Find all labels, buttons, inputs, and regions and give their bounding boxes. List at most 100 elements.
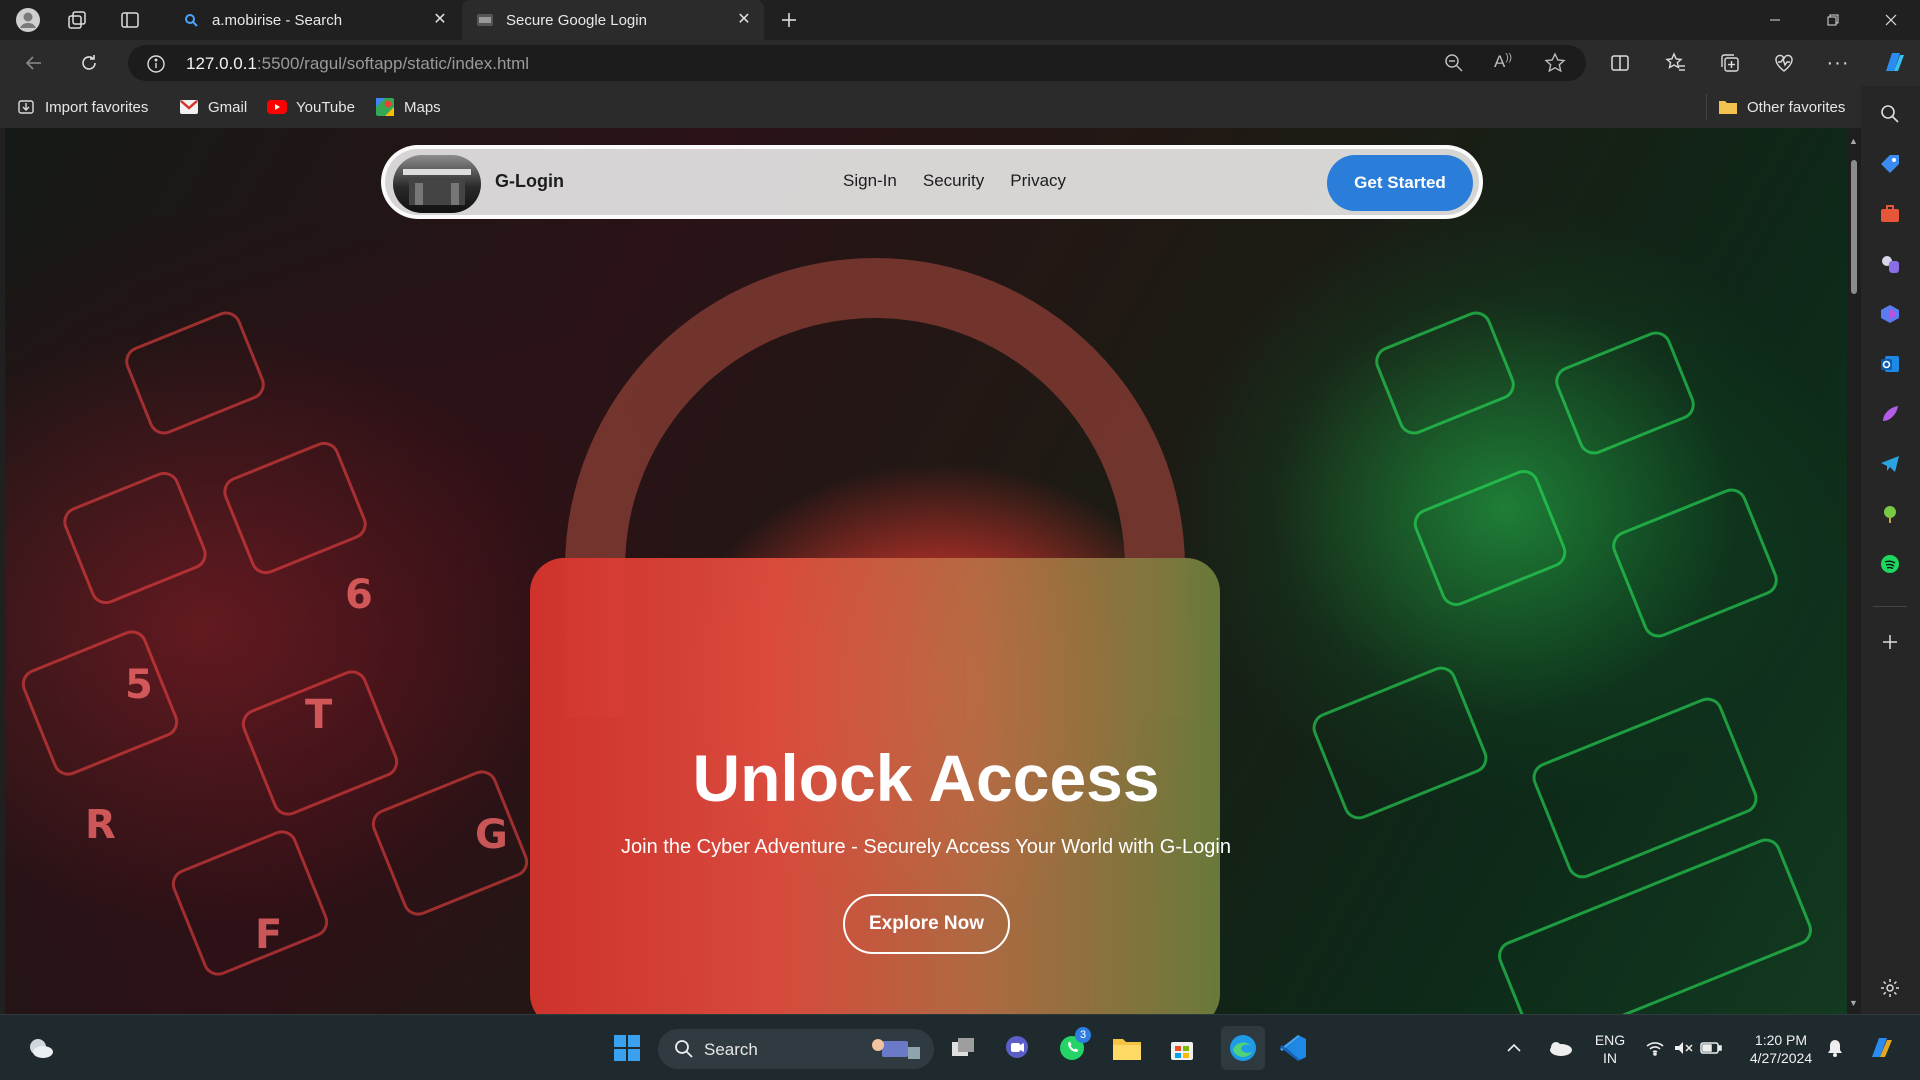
designer-icon[interactable] [1878, 402, 1902, 426]
vertical-tabs-icon[interactable] [116, 6, 144, 34]
back-icon[interactable] [20, 49, 48, 77]
browser-essentials-icon[interactable] [1770, 49, 1798, 77]
site-favicon-icon [476, 11, 494, 29]
minimize-icon[interactable] [1746, 0, 1804, 40]
copilot-taskbar-icon[interactable] [1864, 1031, 1898, 1065]
scrollbar-thumb[interactable] [1851, 160, 1857, 294]
search-icon [182, 11, 200, 29]
microsoft-store-icon[interactable] [1165, 1031, 1199, 1065]
svg-text:T: T [305, 692, 333, 738]
favorite-import[interactable]: Import favorites [16, 96, 148, 118]
show-hidden-icons-icon[interactable] [1504, 1031, 1524, 1065]
battery-icon[interactable] [1698, 1031, 1724, 1065]
spotify-icon[interactable] [1878, 552, 1902, 576]
other-favorites-label: Other favorites [1747, 98, 1846, 116]
close-window-icon[interactable] [1862, 0, 1920, 40]
onedrive-icon[interactable] [1546, 1031, 1574, 1065]
edge-taskbar-icon[interactable] [1221, 1026, 1265, 1070]
nav-link-security[interactable]: Security [923, 171, 984, 191]
explore-now-button[interactable]: Explore Now [843, 894, 1010, 954]
notification-bell-icon[interactable] [1822, 1031, 1848, 1065]
task-view-icon[interactable] [946, 1031, 980, 1065]
workspaces-icon[interactable] [63, 6, 91, 34]
tab-title: Secure Google Login [506, 11, 647, 29]
split-screen-icon[interactable] [1606, 49, 1634, 77]
add-icon[interactable] [1878, 630, 1902, 654]
other-favorites-folder[interactable]: Other favorites [1718, 96, 1845, 118]
url-path: :5500/ragul/softapp/static/index.html [256, 54, 530, 73]
drop-icon[interactable] [1878, 502, 1902, 526]
url-text[interactable]: 127.0.0.1:5500/ragul/softapp/static/inde… [186, 54, 529, 74]
language-indicator[interactable]: ENG IN [1590, 1031, 1630, 1067]
close-icon[interactable]: ✕ [734, 10, 754, 30]
favorite-gmail[interactable]: Gmail [179, 96, 247, 118]
folder-icon [1718, 97, 1738, 117]
site-nav-links: Sign-In Security Privacy [843, 171, 1066, 191]
zoom-icon[interactable] [1444, 53, 1464, 78]
games-icon[interactable] [1878, 252, 1902, 276]
maps-icon [375, 97, 395, 117]
search-highlight-icon [868, 1035, 924, 1068]
site-logo-image[interactable] [393, 155, 481, 213]
address-bar[interactable]: 127.0.0.1:5500/ragul/softapp/static/inde… [128, 45, 1586, 81]
nav-link-privacy[interactable]: Privacy [1010, 171, 1066, 191]
wifi-icon[interactable] [1642, 1031, 1668, 1065]
whatsapp-icon[interactable]: 3 [1055, 1027, 1091, 1065]
svg-text:6: 6 [345, 572, 373, 618]
speaker-muted-icon[interactable] [1670, 1031, 1696, 1065]
site-info-icon[interactable] [146, 54, 166, 74]
scroll-down-icon[interactable]: ▼ [1849, 998, 1858, 1008]
clock-time: 1:20 PM [1754, 1032, 1808, 1048]
search-icon[interactable] [1878, 102, 1902, 126]
new-tab-icon[interactable] [775, 6, 803, 34]
microsoft-365-icon[interactable] [1878, 302, 1902, 326]
favorite-star-icon[interactable] [1544, 52, 1566, 79]
profile-avatar-icon[interactable] [14, 6, 42, 34]
read-aloud-icon[interactable]: A)) [1494, 52, 1512, 72]
copilot-icon[interactable] [1880, 49, 1908, 77]
whatsapp-badge: 3 [1075, 1027, 1091, 1043]
weather-icon[interactable] [24, 1031, 58, 1065]
vscode-icon[interactable] [1276, 1031, 1310, 1065]
refresh-icon[interactable] [75, 49, 103, 77]
page-scrollbar[interactable]: ▲ ▼ [1847, 128, 1861, 1014]
favorites-icon[interactable] [1662, 49, 1690, 77]
windows-start-icon[interactable] [610, 1031, 644, 1065]
get-started-button[interactable]: Get Started [1327, 155, 1473, 211]
edge-sidebar [1861, 86, 1920, 1014]
teams-chat-icon[interactable] [1000, 1031, 1034, 1065]
hero-title: Unlock Access [692, 741, 1160, 815]
svg-text:F: F [255, 912, 282, 958]
search-icon [674, 1039, 694, 1064]
tools-briefcase-icon[interactable] [1878, 202, 1902, 226]
clock-date: 4/27/2024 [1749, 1050, 1813, 1066]
outlook-icon[interactable] [1878, 352, 1902, 376]
toolbar: 127.0.0.1:5500/ragul/softapp/static/inde… [0, 40, 1920, 86]
telegram-icon[interactable] [1878, 452, 1902, 476]
close-icon[interactable]: ✕ [430, 10, 450, 30]
favorite-label: Maps [404, 98, 441, 116]
tab-secure-login[interactable]: Secure Google Login ✕ [462, 0, 764, 40]
restore-icon[interactable] [1804, 0, 1862, 40]
favorite-maps[interactable]: Maps [375, 96, 441, 118]
settings-gear-icon[interactable] [1878, 976, 1902, 1000]
favorite-label: Gmail [208, 98, 248, 116]
site-navbar: G-Login Sign-In Security Privacy Get Sta… [381, 145, 1483, 219]
shopping-tag-icon[interactable] [1878, 152, 1902, 176]
tab-search[interactable]: a.mobirise - Search ✕ [168, 0, 460, 40]
hero-subtitle: Join the Cyber Adventure - Securely Acce… [621, 836, 1231, 858]
region-code: IN [1603, 1050, 1617, 1066]
page-viewport: R T F G 5 6 V D G-Login Sign-In Security… [5, 128, 1847, 1014]
taskbar-search-label: Search [704, 1040, 758, 1059]
favorite-label: Import favorites [45, 98, 149, 116]
site-brand[interactable]: G-Login [495, 171, 564, 192]
clock[interactable]: 1:20 PM 4/27/2024 [1738, 1031, 1824, 1067]
file-explorer-icon[interactable] [1110, 1031, 1144, 1065]
favorite-youtube[interactable]: YouTube [267, 96, 355, 118]
collections-icon[interactable] [1716, 49, 1744, 77]
scroll-up-icon[interactable]: ▲ [1849, 136, 1858, 146]
favorites-divider [1706, 94, 1707, 120]
taskbar-search-box[interactable]: Search [658, 1029, 934, 1069]
nav-link-sign-in[interactable]: Sign-In [843, 171, 897, 191]
more-options-icon[interactable]: ··· [1824, 49, 1852, 77]
